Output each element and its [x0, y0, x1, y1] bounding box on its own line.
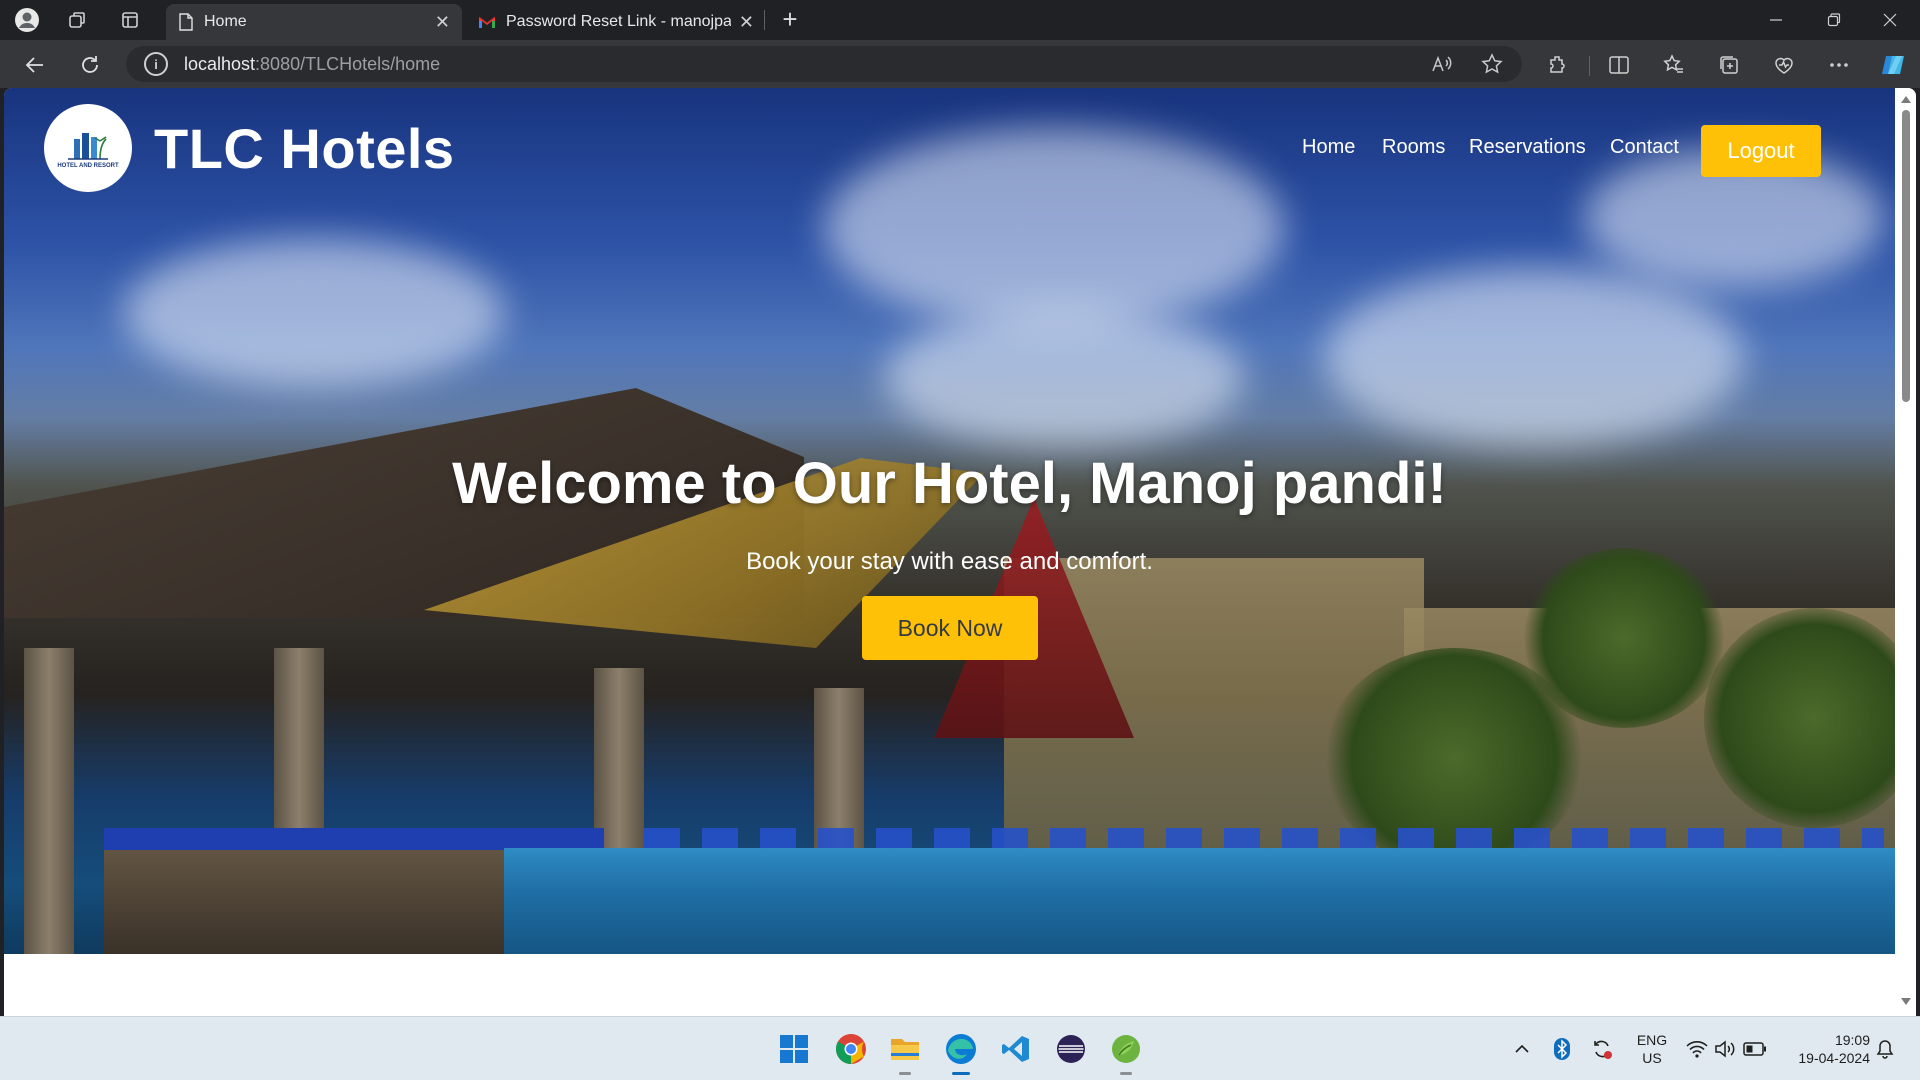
swimming-pool	[504, 848, 1895, 954]
close-tab-icon[interactable]: ✕	[435, 12, 450, 33]
new-tab-button[interactable]: +	[776, 6, 804, 34]
logout-button[interactable]: Logout	[1701, 125, 1821, 177]
keyboard-region: US	[1642, 1050, 1662, 1066]
url-host: localhost	[184, 53, 256, 74]
windows-taskbar: ENG US 19:09 19-04-2024	[0, 1016, 1920, 1080]
hero-section: HOTEL AND RESORT TLC Hotels Home Rooms R…	[4, 88, 1895, 954]
clock-time: 19:09	[1834, 1032, 1870, 1048]
restore-icon[interactable]	[1806, 0, 1862, 40]
favorite-star-icon[interactable]	[1478, 50, 1506, 78]
windows-start-icon[interactable]	[774, 1029, 814, 1069]
address-bar[interactable]: i localhost:8080/TLCHotels/home	[126, 46, 1522, 82]
bluetooth-icon[interactable]	[1550, 1037, 1574, 1061]
url-text[interactable]: localhost:8080/TLCHotels/home	[184, 54, 440, 75]
book-now-button[interactable]: Book Now	[862, 596, 1038, 660]
chrome-icon[interactable]	[831, 1029, 871, 1069]
page-viewport: HOTEL AND RESORT TLC Hotels Home Rooms R…	[4, 88, 1916, 1016]
tab-gmail[interactable]: Password Reset Link - manojpandi ✕	[466, 4, 766, 40]
notification-bell-icon[interactable]	[1873, 1037, 1897, 1061]
blue-trim	[104, 828, 604, 850]
logo-caption: HOTEL AND RESORT	[57, 163, 119, 169]
more-options-icon[interactable]	[1824, 50, 1854, 80]
collections-icon[interactable]	[1714, 50, 1744, 80]
back-arrow-icon[interactable]	[20, 50, 50, 80]
system-clock[interactable]: 19:09 19-04-2024	[1780, 1031, 1870, 1067]
browser-toolbar: i localhost:8080/TLCHotels/home	[0, 40, 1920, 88]
spring-tool-icon[interactable]	[1106, 1029, 1146, 1075]
scroll-thumb[interactable]	[1902, 110, 1910, 402]
cloud-shape	[1324, 268, 1744, 448]
vertical-scrollbar[interactable]	[1895, 88, 1916, 1016]
running-indicator	[899, 1072, 911, 1075]
cloud-shape	[884, 308, 1244, 448]
sync-alert-icon[interactable]	[1590, 1037, 1614, 1061]
volume-icon[interactable]	[1713, 1037, 1737, 1061]
battery-icon[interactable]	[1743, 1037, 1767, 1061]
nav-reservations[interactable]: Reservations	[1469, 136, 1586, 159]
wifi-icon[interactable]	[1685, 1037, 1709, 1061]
split-screen-icon[interactable]	[1604, 50, 1634, 80]
toolbar-separator	[1589, 56, 1590, 76]
nav-contact[interactable]: Contact	[1610, 136, 1679, 159]
language-code: ENG	[1636, 1032, 1668, 1048]
site-brand[interactable]: TLC Hotels	[154, 116, 455, 181]
cloud-shape	[124, 238, 504, 388]
nav-home[interactable]: Home	[1302, 136, 1355, 159]
tab-home[interactable]: Home ✕	[166, 4, 462, 40]
vscode-icon[interactable]	[996, 1029, 1036, 1069]
clock-date: 19-04-2024	[1798, 1050, 1870, 1066]
extensions-icon[interactable]	[1543, 50, 1573, 80]
nav-rooms[interactable]: Rooms	[1382, 136, 1445, 159]
close-tab-icon[interactable]: ✕	[739, 12, 754, 33]
tab-actions-icon[interactable]	[116, 6, 144, 34]
browser-essentials-icon[interactable]	[1769, 50, 1799, 80]
refresh-icon[interactable]	[75, 50, 105, 80]
gmail-icon	[478, 15, 496, 29]
hero-subtitle: Book your stay with ease and comfort.	[746, 548, 1153, 575]
url-path: :8080/TLCHotels/home	[255, 53, 441, 74]
hero-title: Welcome to Our Hotel, Manoj pandi!	[452, 451, 1447, 516]
bar-pillar	[24, 648, 74, 954]
logo-building-icon	[68, 133, 108, 160]
copilot-icon[interactable]	[1879, 50, 1909, 80]
page-icon	[178, 13, 194, 31]
scroll-down-arrow-icon[interactable]	[1901, 998, 1911, 1005]
eclipse-icon[interactable]	[1051, 1029, 1091, 1069]
site-info-icon[interactable]: i	[144, 52, 168, 76]
chevron-up-icon[interactable]	[1510, 1037, 1534, 1061]
close-window-icon[interactable]	[1862, 0, 1918, 40]
browser-tab-bar: Home ✕ Password Reset Link - manojpandi …	[0, 0, 1920, 40]
tab-title: Home	[204, 13, 247, 30]
tab-separator	[764, 10, 765, 30]
minimize-icon[interactable]	[1748, 0, 1804, 40]
tab-title: Password Reset Link - manojpandi	[506, 13, 731, 30]
workspaces-icon[interactable]	[63, 6, 91, 34]
file-explorer-icon[interactable]	[885, 1029, 925, 1075]
language-indicator[interactable]: ENG US	[1630, 1031, 1674, 1067]
cloud-shape	[824, 128, 1284, 328]
edge-icon[interactable]	[941, 1029, 981, 1075]
hotel-logo[interactable]: HOTEL AND RESORT	[44, 104, 132, 192]
running-indicator	[1120, 1072, 1132, 1075]
profile-avatar-icon[interactable]	[13, 6, 41, 34]
read-aloud-icon[interactable]	[1428, 50, 1456, 78]
favorites-icon[interactable]	[1659, 50, 1689, 80]
scroll-up-arrow-icon[interactable]	[1901, 96, 1911, 103]
active-indicator	[952, 1072, 970, 1075]
